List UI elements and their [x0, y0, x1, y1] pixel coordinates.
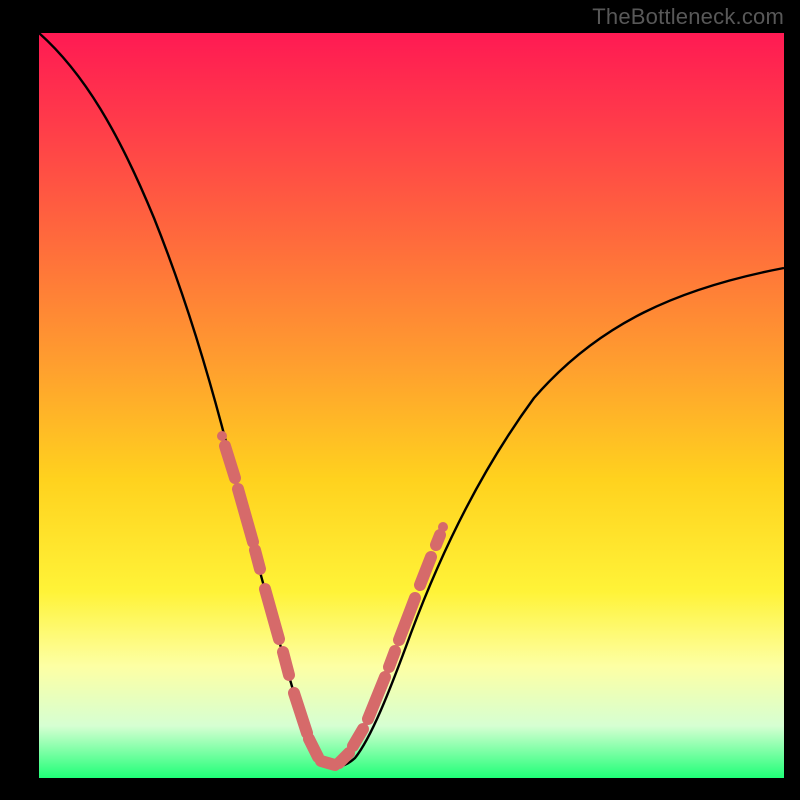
- curve-path: [39, 33, 784, 767]
- plot-area: [39, 33, 784, 778]
- watermark-text: TheBottleneck.com: [592, 4, 784, 30]
- chart-frame: TheBottleneck.com: [0, 0, 800, 800]
- bottleneck-curve: [39, 33, 784, 778]
- highlight-beads: [225, 446, 440, 765]
